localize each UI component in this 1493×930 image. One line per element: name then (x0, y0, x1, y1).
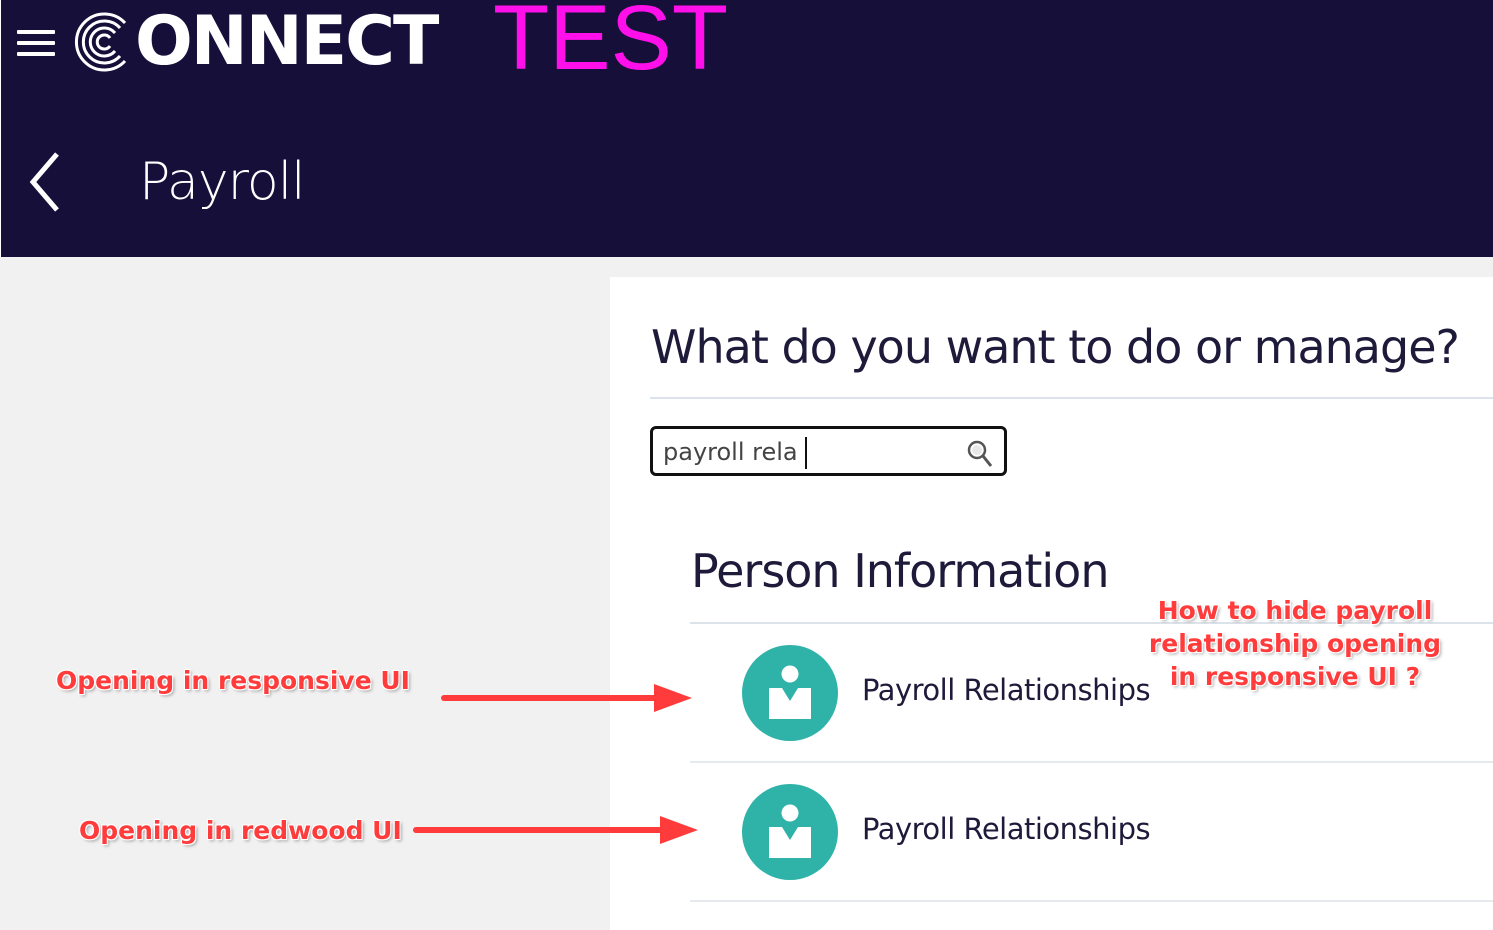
brand-text: ONNECT (135, 2, 439, 81)
annotation-arrow (413, 816, 698, 844)
section-heading: Person Information (691, 544, 1109, 598)
annotation-question: How to hide payroll relationship opening… (1148, 596, 1442, 691)
environment-label: TEST (493, 0, 729, 89)
result-label: Payroll Relationships (862, 812, 1151, 846)
search-input[interactable] (663, 435, 963, 469)
search-prompt: What do you want to do or manage? (651, 320, 1460, 374)
annotation-responsive-ui: Opening in responsive UI (56, 666, 410, 695)
annotation-arrow (441, 684, 692, 712)
hamburger-menu-icon[interactable] (17, 30, 55, 58)
person-badge-icon (742, 645, 838, 741)
connect-logo-c-icon (75, 12, 127, 72)
person-badge-icon (742, 784, 838, 880)
divider (650, 397, 1493, 399)
search-icon[interactable] (966, 439, 994, 469)
annotation-redwood-ui: Opening in redwood UI (79, 816, 402, 845)
result-item-payroll-relationships[interactable]: Payroll Relationships (690, 763, 1493, 902)
text-cursor (805, 437, 807, 469)
panel-top-gap (610, 257, 1493, 277)
page-title: Payroll (139, 152, 306, 212)
result-label: Payroll Relationships (862, 673, 1151, 707)
chevron-left-icon[interactable] (27, 150, 67, 214)
search-field[interactable] (650, 426, 1007, 476)
app-header: ONNECT TEST Payroll (1, 0, 1493, 257)
connect-logo: ONNECT (69, 2, 439, 81)
